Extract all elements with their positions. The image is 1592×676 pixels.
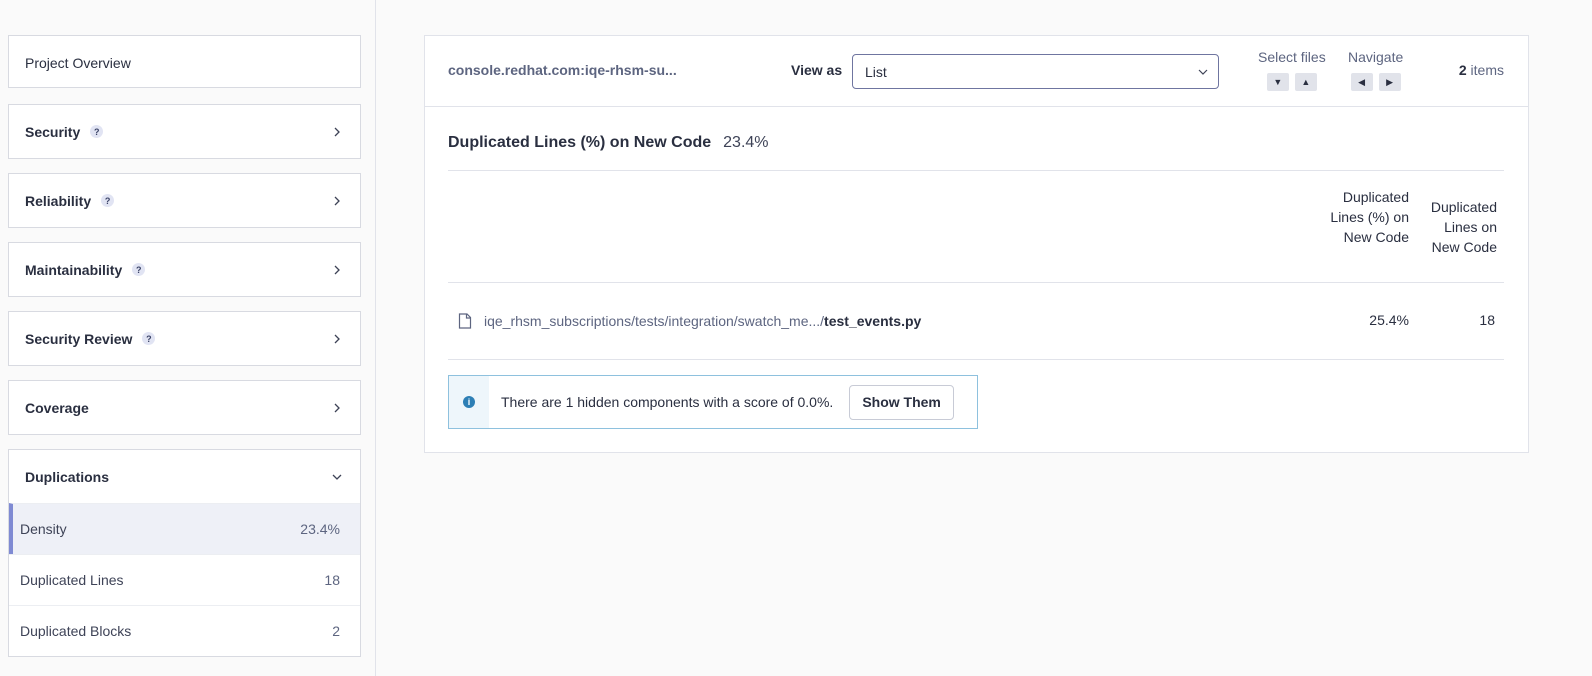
help-icon[interactable]: ? bbox=[101, 194, 115, 207]
cell-density: 25.4% bbox=[1369, 312, 1409, 328]
duplications-toggle[interactable]: Duplications bbox=[9, 450, 360, 503]
cell-lines: 18 bbox=[1479, 312, 1495, 328]
view-as-select[interactable]: List bbox=[852, 54, 1219, 89]
chevron-right-icon bbox=[330, 401, 344, 415]
sidebar-item-label: Security bbox=[25, 123, 81, 140]
view-as-value: List bbox=[865, 63, 887, 80]
select-files-shortcut: Select files ▼ ▲ bbox=[1258, 49, 1326, 91]
subitem-label: Duplicated Blocks bbox=[20, 623, 132, 639]
divider bbox=[448, 170, 1504, 171]
sidebar-item-label: Maintainability bbox=[25, 261, 123, 278]
subitem-value: 2 bbox=[332, 623, 340, 639]
help-icon[interactable]: ? bbox=[142, 332, 156, 345]
arrow-right-key-icon: ▶ bbox=[1378, 73, 1401, 91]
view-as-label: View as bbox=[791, 62, 843, 78]
info-icon-container: i bbox=[449, 376, 489, 428]
arrow-down-key-icon: ▼ bbox=[1266, 73, 1289, 91]
file-path[interactable]: iqe_rhsm_subscriptions/tests/integration… bbox=[484, 313, 824, 329]
sidebar-item-security[interactable]: Security? bbox=[8, 104, 361, 159]
column-header-density: Duplicated Lines (%) on New Code bbox=[1330, 189, 1409, 245]
subitem-value: 23.4% bbox=[300, 521, 340, 537]
project-overview-label: Project Overview bbox=[25, 54, 131, 71]
hidden-components-alert: i There are 1 hidden components with a s… bbox=[448, 375, 978, 429]
arrow-left-key-icon: ◀ bbox=[1350, 73, 1373, 91]
chevron-right-icon bbox=[330, 194, 344, 208]
chevron-right-icon bbox=[330, 263, 344, 277]
info-icon: i bbox=[463, 396, 475, 408]
select-files-label: Select files bbox=[1258, 49, 1326, 65]
sidebar-item-coverage[interactable]: Coverage bbox=[8, 380, 361, 435]
help-icon[interactable]: ? bbox=[90, 125, 104, 138]
toolbar: console.redhat.com:iqe-rhsm-su... View a… bbox=[425, 36, 1528, 107]
metric-value: 23.4% bbox=[723, 134, 769, 151]
divider bbox=[448, 359, 1504, 360]
chevron-down-icon bbox=[330, 470, 344, 484]
metric-title: Duplicated Lines (%) on New Code bbox=[448, 134, 712, 151]
chevron-right-icon bbox=[330, 332, 344, 346]
arrow-up-key-icon: ▲ bbox=[1294, 73, 1317, 91]
sidebar-item-reliability[interactable]: Reliability? bbox=[8, 173, 361, 228]
items-count-suffix: items bbox=[1470, 62, 1504, 78]
sidebar-subitem-density[interactable]: Density 23.4% bbox=[9, 503, 360, 554]
help-icon[interactable]: ? bbox=[132, 263, 146, 276]
sidebar-item-label: Security Review bbox=[25, 330, 133, 347]
navigate-label: Navigate bbox=[1348, 49, 1404, 65]
breadcrumb[interactable]: console.redhat.com:iqe-rhsm-su... bbox=[448, 62, 677, 78]
sidebar-item-label: Coverage bbox=[25, 399, 89, 416]
file-name[interactable]: test_events.py bbox=[824, 313, 921, 329]
subitem-value: 18 bbox=[324, 572, 340, 588]
sidebar-item-maintainability[interactable]: Maintainability? bbox=[8, 242, 361, 297]
alert-message: There are 1 hidden components with a sco… bbox=[501, 394, 834, 410]
subitem-label: Density bbox=[20, 521, 67, 537]
chevron-down-icon bbox=[1198, 64, 1208, 80]
show-them-button[interactable]: Show Them bbox=[849, 384, 954, 420]
file-icon bbox=[458, 313, 472, 329]
sidebar-subitem-duplicated-blocks[interactable]: Duplicated Blocks 2 bbox=[9, 605, 360, 656]
project-overview-link[interactable]: Project Overview bbox=[8, 35, 361, 88]
subitem-label: Duplicated Lines bbox=[20, 572, 124, 588]
column-header-lines: Duplicated Lines on New Code bbox=[1430, 199, 1497, 255]
sidebar-section-duplications: Duplications Density 23.4% Duplicated Li… bbox=[8, 449, 361, 657]
divider bbox=[448, 282, 1504, 283]
sidebar-item-label: Duplications bbox=[25, 468, 110, 485]
measure-panel: console.redhat.com:iqe-rhsm-su... View a… bbox=[424, 35, 1529, 453]
sidebar-subitem-duplicated-lines[interactable]: Duplicated Lines 18 bbox=[9, 554, 360, 605]
sidebar: Project Overview Security? Reliability? … bbox=[0, 0, 376, 676]
items-count-number: 2 bbox=[1458, 62, 1467, 78]
sidebar-item-security-review[interactable]: Security Review? bbox=[8, 311, 361, 366]
items-count: 2 items bbox=[1459, 62, 1504, 78]
metric-heading: Duplicated Lines (%) on New Code 23.4% bbox=[448, 134, 769, 152]
sidebar-item-label: Reliability bbox=[25, 192, 92, 209]
chevron-right-icon bbox=[330, 125, 344, 139]
navigate-shortcut: Navigate ◀ ▶ bbox=[1348, 49, 1403, 91]
